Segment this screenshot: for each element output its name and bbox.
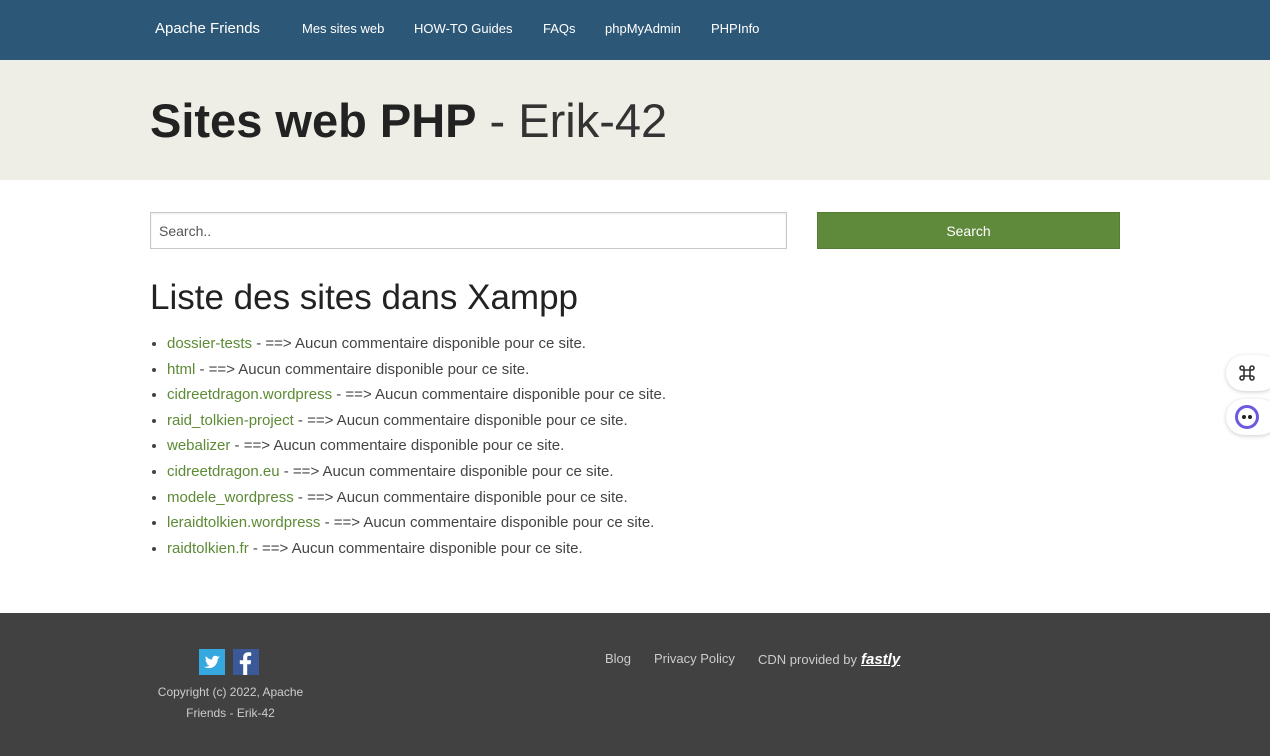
site-comment: - ==> Aucun commentaire disponible pour … <box>320 514 655 532</box>
nav-phpinfo[interactable]: PHPInfo <box>711 21 759 36</box>
copyright-text: Copyright (c) 2022, Apache Friends - Eri… <box>157 685 304 720</box>
site-link[interactable]: raidtolkien.fr <box>167 540 249 557</box>
page-title-bold: Sites web PHP <box>150 94 477 147</box>
fastly-logo[interactable]: fastly <box>861 651 900 668</box>
site-link[interactable]: webalizer <box>167 437 230 454</box>
facebook-icon[interactable] <box>233 649 259 675</box>
top-navbar: Apache Friends Mes sites web HOW-TO Guid… <box>0 0 1270 60</box>
list-item: modele_wordpress - ==> Aucun commentaire… <box>167 488 867 514</box>
site-list: dossier-tests - ==> Aucun commentaire di… <box>167 334 867 564</box>
site-link[interactable]: modele_wordpress <box>167 489 294 506</box>
list-item: cidreetdragon.wordpress - ==> Aucun comm… <box>167 385 867 411</box>
brand-link[interactable]: Apache Friends <box>155 20 260 37</box>
site-comment: - ==> Aucun commentaire disponible pour … <box>195 360 530 378</box>
nav-howto-guides[interactable]: HOW-TO Guides <box>414 21 512 36</box>
assistant-button[interactable] <box>1226 399 1270 435</box>
site-link[interactable]: cidreetdragon.wordpress <box>167 386 332 403</box>
search-button[interactable]: Search <box>817 212 1120 249</box>
twitter-icon[interactable] <box>199 649 225 675</box>
nav-mes-sites-web[interactable]: Mes sites web <box>302 21 384 36</box>
list-item: cidreetdragon.eu - ==> Aucun commentaire… <box>167 462 867 488</box>
list-item: webalizer - ==> Aucun commentaire dispon… <box>167 436 867 462</box>
footer: Copyright (c) 2022, Apache Friends - Eri… <box>0 613 1270 756</box>
site-link[interactable]: raid_tolkien-project <box>167 412 294 429</box>
nav-phpmyadmin[interactable]: phpMyAdmin <box>605 21 681 36</box>
site-link[interactable]: leraidtolkien.wordpress <box>167 514 320 531</box>
page-title: Sites web PHP - Erik-42 <box>150 93 667 148</box>
site-link[interactable]: cidreetdragon.eu <box>167 463 280 480</box>
site-comment: - ==> Aucun commentaire disponible pour … <box>230 437 565 455</box>
site-comment: - ==> Aucun commentaire disponible pour … <box>248 539 583 557</box>
blog-link[interactable]: Blog <box>605 651 631 666</box>
list-item: leraidtolkien.wordpress - ==> Aucun comm… <box>167 513 867 539</box>
site-comment: - ==> Aucun commentaire disponible pour … <box>279 462 614 480</box>
cdn-credit: CDN provided by fastly <box>758 651 900 668</box>
site-comment: - ==> Aucun commentaire disponible pour … <box>293 488 628 506</box>
list-item: html - ==> Aucun commentaire disponible … <box>167 360 867 386</box>
site-comment: - ==> Aucun commentaire disponible pour … <box>293 411 628 429</box>
site-comment: - ==> Aucun commentaire disponible pour … <box>252 335 586 352</box>
site-link[interactable]: dossier-tests <box>167 335 252 352</box>
list-item: raid_tolkien-project - ==> Aucun comment… <box>167 411 867 437</box>
site-comment: - ==> Aucun commentaire disponible pour … <box>332 386 667 404</box>
search-input[interactable] <box>150 212 787 249</box>
cdn-credit-label: CDN provided by <box>758 652 857 667</box>
list-item: dossier-tests - ==> Aucun commentaire di… <box>167 334 867 360</box>
assistant-icon <box>1234 404 1260 435</box>
site-link[interactable]: html <box>167 361 195 378</box>
list-item: raidtolkien.fr - ==> Aucun commentaire d… <box>167 539 867 565</box>
command-icon <box>1238 364 1256 387</box>
privacy-policy-link[interactable]: Privacy Policy <box>654 651 735 666</box>
hero-banner: Sites web PHP - Erik-42 <box>0 60 1270 180</box>
section-title: Liste des sites dans Xampp <box>150 278 579 317</box>
nav-faqs[interactable]: FAQs <box>543 21 576 36</box>
command-button[interactable] <box>1226 355 1270 391</box>
page-title-rest: - Erik-42 <box>476 94 668 147</box>
